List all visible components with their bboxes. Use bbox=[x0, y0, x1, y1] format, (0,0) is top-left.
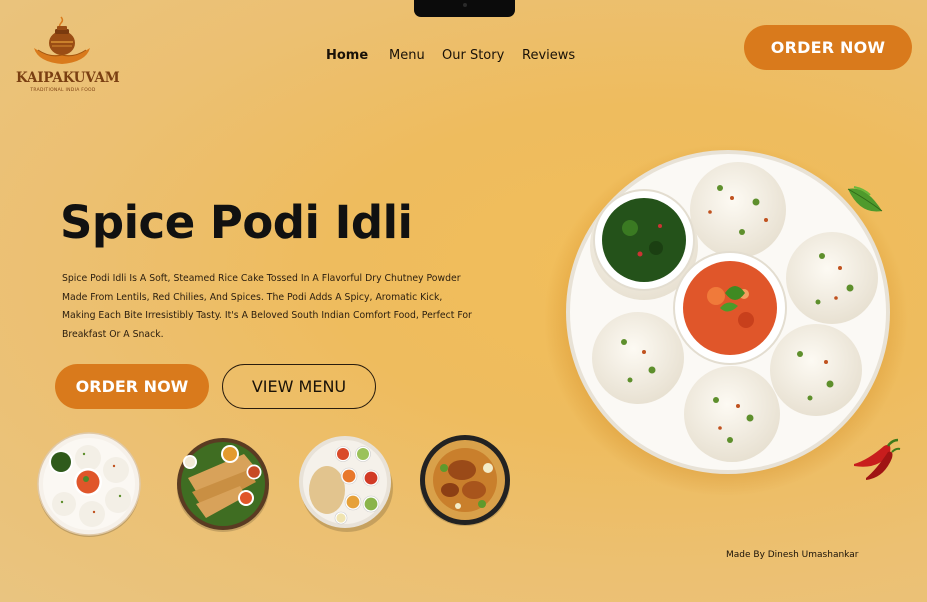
hero-order-now-button[interactable]: ORDER NOW bbox=[55, 364, 209, 409]
curry-leaf-garnish-icon bbox=[847, 186, 883, 212]
thali-plate-thumb-icon bbox=[299, 436, 393, 532]
brand-tagline: TRADITIONAL INDIA FOOD bbox=[30, 88, 96, 93]
header-order-now-button[interactable]: ORDER NOW bbox=[744, 25, 912, 70]
brand-name: KAIPAKUVAM bbox=[16, 70, 120, 86]
nav-item-home[interactable]: Home bbox=[326, 48, 368, 63]
thumbnail-dosa[interactable] bbox=[170, 432, 276, 538]
pot-hand-logo-icon bbox=[34, 16, 90, 64]
hero-title: Spice Podi Idli bbox=[60, 196, 413, 249]
view-menu-button[interactable]: VIEW MENU bbox=[222, 364, 376, 409]
hero-description: Spice Podi Idli Is A Soft, Steamed Rice … bbox=[62, 273, 472, 340]
nav-item-reviews[interactable]: Reviews bbox=[522, 48, 575, 63]
dosa-plate-thumb-icon bbox=[177, 438, 269, 532]
red-chili-garnish-icon bbox=[854, 438, 901, 480]
camera-dot bbox=[463, 3, 467, 7]
nav-item-our-story[interactable]: Our Story bbox=[442, 48, 504, 63]
thumbnail-idli[interactable] bbox=[36, 432, 142, 538]
thumbnail-biryani[interactable] bbox=[418, 434, 512, 528]
camera-notch bbox=[414, 0, 515, 17]
idli-plate-thumb-icon bbox=[37, 432, 141, 537]
nav-item-menu[interactable]: Menu bbox=[389, 48, 425, 63]
biryani-plate-thumb-icon bbox=[420, 435, 510, 526]
credit-text: Made By Dinesh Umashankar bbox=[726, 550, 859, 560]
thumbnail-thali[interactable] bbox=[297, 432, 403, 538]
brand-logo[interactable]: KAIPAKUVAM TRADITIONAL INDIA FOOD bbox=[14, 14, 120, 96]
